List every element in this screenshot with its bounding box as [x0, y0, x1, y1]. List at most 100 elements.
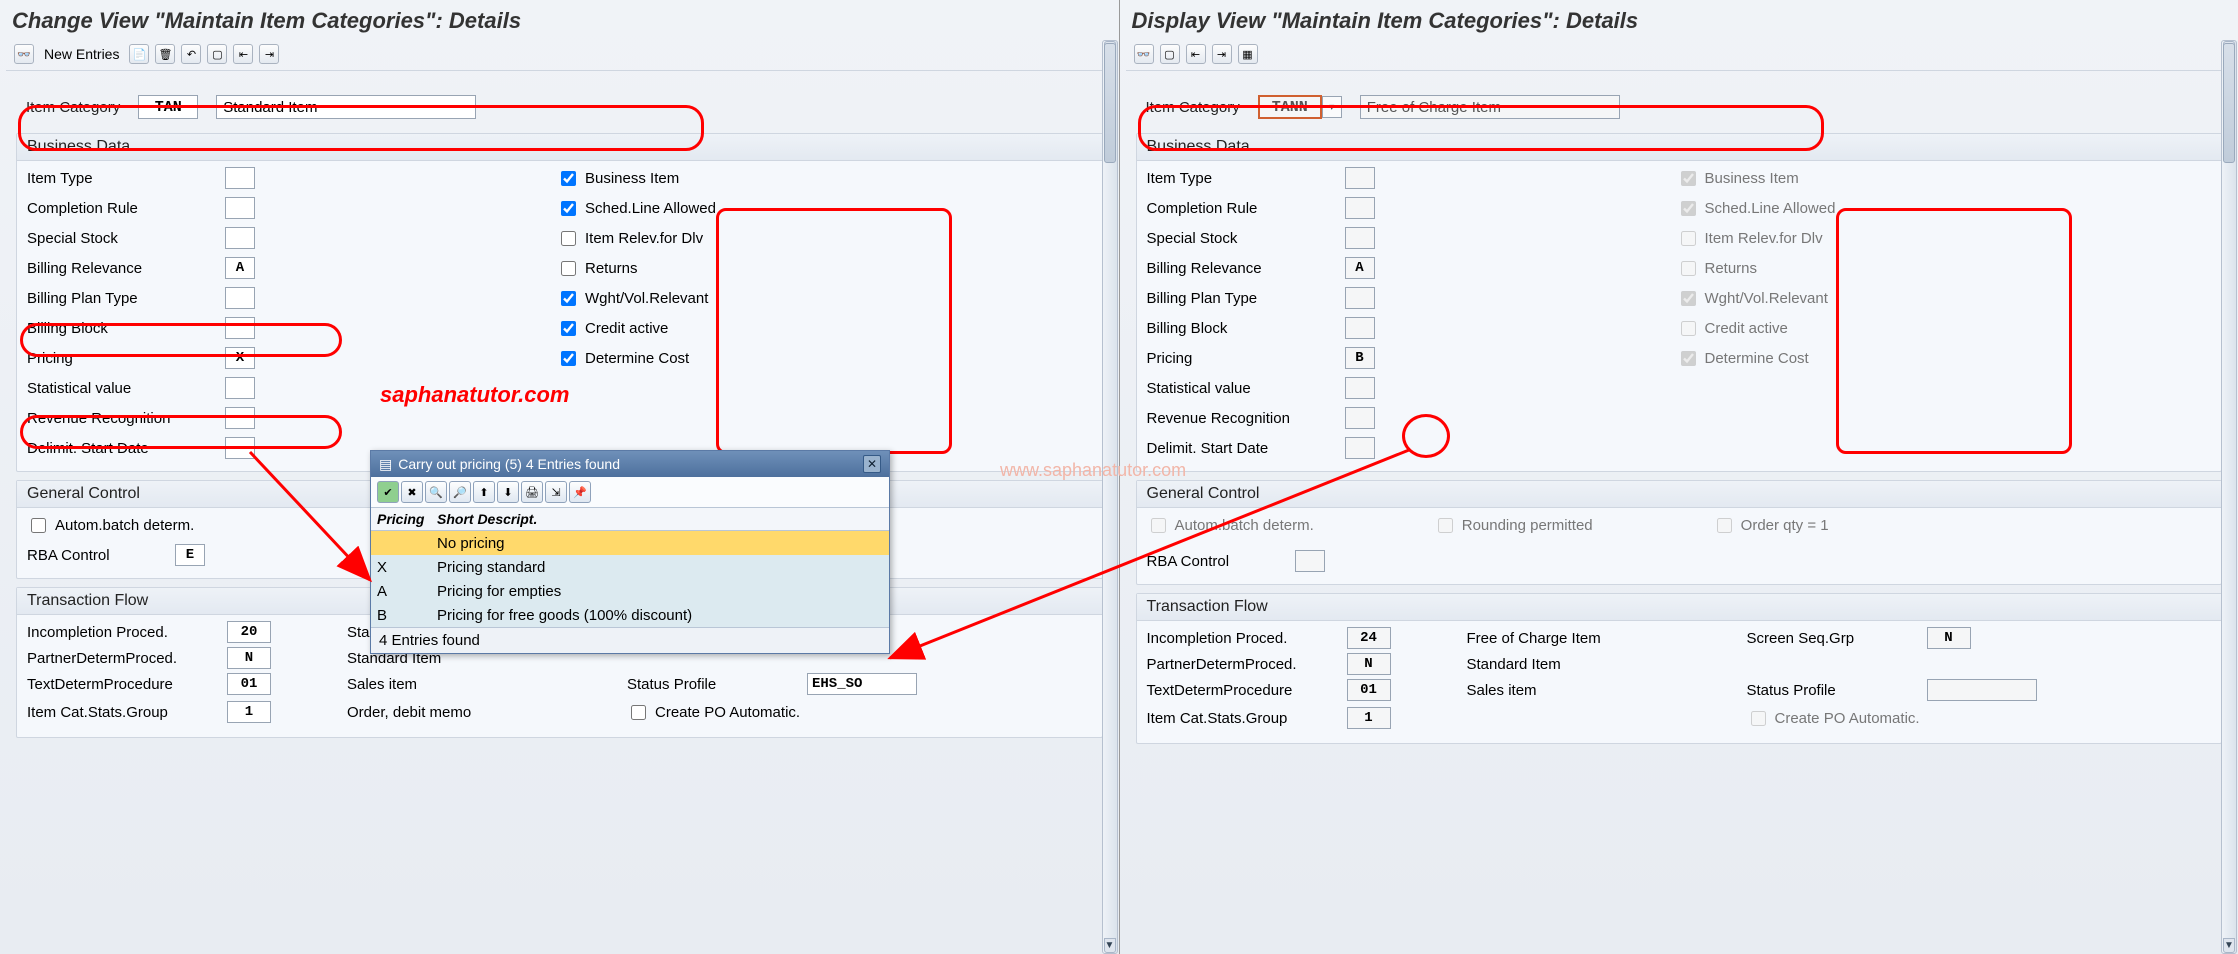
delimit-start-date-field[interactable] [225, 437, 255, 459]
textdet-field [1347, 679, 1391, 701]
rba-control-field[interactable] [175, 544, 205, 566]
item-category-row-left: Item Category [16, 89, 1103, 125]
completion-rule-field[interactable] [225, 197, 255, 219]
wght-vol-checkbox [1681, 291, 1696, 306]
popup-sort-asc-icon[interactable]: ⬆ [473, 481, 495, 503]
blank-icon[interactable]: ▢ [1160, 44, 1180, 64]
item-category-code[interactable] [1258, 95, 1322, 119]
status-profile-field[interactable] [807, 673, 917, 695]
credit-active-label: Credit active [1705, 320, 1788, 337]
create-po-checkbox[interactable] [631, 705, 646, 720]
item-category-code[interactable] [138, 95, 198, 119]
billing-block-field[interactable] [225, 317, 255, 339]
incompl-field[interactable] [227, 621, 271, 643]
scroll-down-icon[interactable]: ▼ [1104, 938, 1116, 953]
special-stock-field[interactable] [225, 227, 255, 249]
popup-cancel-icon[interactable]: ✖ [401, 481, 423, 503]
textdet-field[interactable] [227, 673, 271, 695]
popup-print-icon[interactable]: 🖨 [521, 481, 543, 503]
billing-block-field [1345, 317, 1375, 339]
glasses-icon[interactable]: 👓 [14, 44, 34, 64]
incompl-field [1347, 627, 1391, 649]
prev-icon[interactable]: ⇤ [1186, 44, 1206, 64]
grid-icon[interactable]: ▦ [1238, 44, 1258, 64]
blank-icon[interactable]: ▢ [207, 44, 227, 64]
copy-icon[interactable]: 📄 [129, 44, 149, 64]
popup-toolbar: ✔ ✖ 🔍 🔎 ⬆ ⬇ 🖨 ⇲ 📌 [371, 477, 889, 508]
popup-accept-icon[interactable]: ✔ [377, 481, 399, 503]
popup-find-icon[interactable]: 🔍 [425, 481, 447, 503]
textdet-label: TextDetermProcedure [27, 676, 227, 693]
glasses-icon[interactable]: 👓 [1134, 44, 1154, 64]
scrollbar-thumb[interactable] [1104, 43, 1116, 163]
scrollbar-left[interactable]: ▲ ▼ [1102, 40, 1118, 954]
popup-head-pricing: Pricing [377, 511, 437, 527]
partner-label: PartnerDetermProced. [27, 650, 227, 667]
order-qty-label: Order qty = 1 [1741, 517, 1829, 534]
create-po-label: Create PO Automatic. [655, 704, 800, 721]
determine-cost-checkbox [1681, 351, 1696, 366]
popup-footer: 4 Entries found [371, 627, 889, 653]
credit-active-checkbox[interactable] [561, 321, 576, 336]
popup-close-button[interactable]: ✕ [863, 455, 881, 473]
undo-icon[interactable]: ↶ [181, 44, 201, 64]
determine-cost-checkbox[interactable] [561, 351, 576, 366]
statistical-value-label: Statistical value [27, 380, 217, 397]
popup-row[interactable]: No pricing [371, 531, 889, 555]
popup-find-next-icon[interactable]: 🔎 [449, 481, 471, 503]
item-relev-dlv-label: Item Relev.for Dlv [585, 230, 703, 247]
popup-row[interactable]: APricing for empties [371, 579, 889, 603]
order-qty-checkbox [1717, 518, 1732, 533]
scroll-down-icon[interactable]: ▼ [2223, 938, 2235, 953]
statistical-value-field[interactable] [225, 377, 255, 399]
special-stock-label: Special Stock [1147, 230, 1337, 247]
popup-sort-desc-icon[interactable]: ⬇ [497, 481, 519, 503]
determine-cost-label: Determine Cost [585, 350, 689, 367]
pricing-field [1345, 347, 1375, 369]
scrollbar-thumb[interactable] [2223, 43, 2235, 163]
billing-relevance-field[interactable] [225, 257, 255, 279]
incompl-text: Free of Charge Item [1467, 630, 1707, 647]
wght-vol-checkbox[interactable] [561, 291, 576, 306]
revenue-recognition-field [1345, 407, 1375, 429]
popup-row[interactable]: BPricing for free goods (100% discount) [371, 603, 889, 627]
f4-button[interactable]: ▾ [1322, 96, 1342, 118]
general-control-section-right: General Control Autom.batch determ. Roun… [1136, 480, 2223, 585]
popup-row[interactable]: XPricing standard [371, 555, 889, 579]
billing-plan-type-field[interactable] [225, 287, 255, 309]
popup-export-icon[interactable]: ⇲ [545, 481, 567, 503]
page-title-right: Display View "Maintain Item Categories":… [1126, 4, 2233, 38]
autom-batch-label: Autom.batch determ. [1175, 517, 1314, 534]
partner-field[interactable] [227, 647, 271, 669]
autom-batch-checkbox[interactable] [31, 518, 46, 533]
popup-pin-icon[interactable]: 📌 [569, 481, 591, 503]
f4-popup: ▤Carry out pricing (5) 4 Entries found ✕… [370, 450, 890, 654]
business-data-section-right: Business Data Item Type Completion Rule … [1136, 133, 2223, 472]
transaction-flow-title: Transaction Flow [1137, 594, 2222, 621]
rounding-checkbox [1438, 518, 1453, 533]
business-item-label: Business Item [585, 170, 679, 187]
stats-field[interactable] [227, 701, 271, 723]
item-relev-dlv-checkbox[interactable] [561, 231, 576, 246]
item-category-desc[interactable] [216, 95, 476, 119]
textdet-label: TextDetermProcedure [1147, 682, 1347, 699]
item-type-field[interactable] [225, 167, 255, 189]
billing-block-label: Billing Block [27, 320, 217, 337]
item-category-row-right: Item Category ▾ [1136, 89, 2223, 125]
credit-active-checkbox [1681, 321, 1696, 336]
pricing-field[interactable] [225, 347, 255, 369]
revenue-recognition-field[interactable] [225, 407, 255, 429]
business-item-checkbox[interactable] [561, 171, 576, 186]
delete-icon[interactable]: 🗑 [155, 44, 175, 64]
returns-checkbox[interactable] [561, 261, 576, 276]
new-entries-button[interactable]: New Entries [40, 46, 123, 62]
rba-control-label: RBA Control [1147, 553, 1287, 570]
stats-text: Order, debit memo [347, 704, 587, 721]
autom-batch-checkbox [1151, 518, 1166, 533]
special-stock-field [1345, 227, 1375, 249]
next-icon[interactable]: ⇥ [1212, 44, 1232, 64]
prev-icon[interactable]: ⇤ [233, 44, 253, 64]
sched-line-checkbox[interactable] [561, 201, 576, 216]
next-icon[interactable]: ⇥ [259, 44, 279, 64]
scrollbar-right[interactable]: ▲ ▼ [2221, 40, 2237, 954]
